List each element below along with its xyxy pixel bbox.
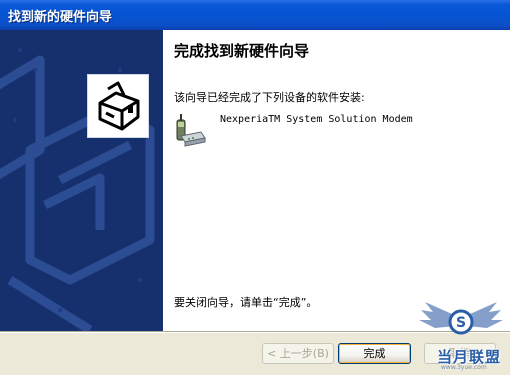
completion-description: 该向导已经完成了下列设备的软件安装:: [174, 91, 365, 104]
watermark-url: www.3yue.com: [441, 364, 487, 371]
title-bar[interactable]: 找到新的硬件向导: [0, 0, 510, 30]
watermark-logo: S 当月联盟 www.3yue.com: [415, 284, 507, 374]
device-name: NexperiaTM System Solution Modem: [220, 114, 413, 125]
wizard-sidebar: [0, 30, 163, 331]
finish-instruction: 要关闭向导，请单击“完成”。: [174, 296, 318, 309]
hardware-wizard-icon: [87, 74, 149, 138]
svg-text:S: S: [456, 315, 466, 331]
back-button[interactable]: < 上一步(B): [262, 343, 334, 364]
modem-phone-icon: [173, 112, 207, 148]
wizard-window: 找到新的硬件向导 完成找到新硬件向导 该向导已经完成了下列设备的软件安装: Ne…: [0, 0, 510, 375]
finish-button[interactable]: 完成: [338, 343, 411, 364]
window-title: 找到新的硬件向导: [8, 10, 113, 25]
winged-s-logo-icon: S: [419, 302, 503, 335]
page-title: 完成找到新硬件向导: [174, 42, 310, 60]
